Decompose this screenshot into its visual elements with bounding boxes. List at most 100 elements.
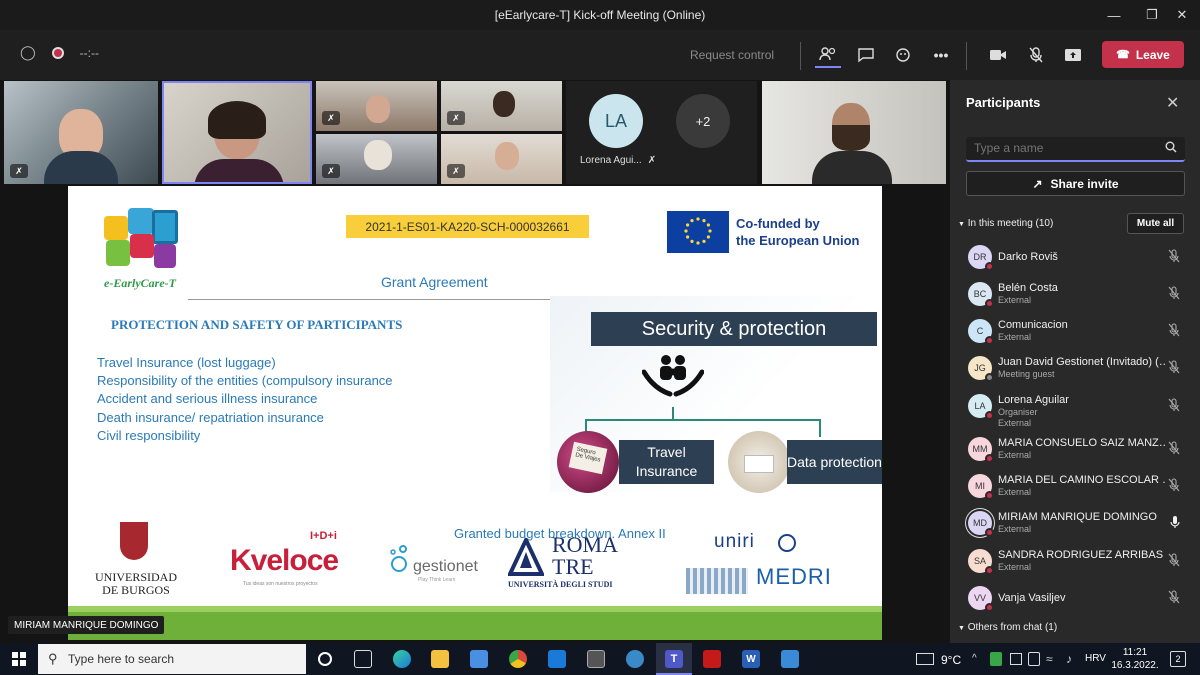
others-chat-label: Others from chat (1) [967,622,1058,633]
more-options-icon[interactable]: ••• [928,42,954,68]
mic-off-icon[interactable] [1168,360,1180,377]
mcafee-icon[interactable] [703,650,721,668]
chevron-up-icon[interactable]: ^ [972,653,977,664]
participant-role: Organiser [998,407,1038,417]
participant-name: Darko Roviš [998,251,1058,263]
video-tile[interactable] [762,81,946,184]
video-tile[interactable]: ✗ [316,134,437,184]
participant-name: SANDRA RODRIGUEZ ARRIBAS [998,549,1164,561]
reactions-icon[interactable] [891,42,917,68]
project-code: 2021-1-ES01-KA220-SCH-000032661 [346,215,589,238]
globe-icon[interactable] [626,650,644,668]
close-icon[interactable]: ✕ [1166,93,1179,113]
photos-icon[interactable] [781,650,799,668]
others-from-chat-section[interactable]: ▼ Others from chat (1) [958,622,1057,633]
kveloce-tagline: Tus ideas son nuestros proyectos [243,581,318,587]
mic-off-icon[interactable] [1168,398,1180,415]
share-invite-button[interactable]: ↗ Share invite [966,171,1185,196]
search-input[interactable] [966,137,1146,159]
leave-button[interactable]: ☎ Leave [1102,41,1184,68]
mic-off-icon[interactable] [1168,323,1180,340]
participant-row[interactable]: JG Juan David Gestionet (Invitado) (… Meet… [966,352,1186,386]
minimize-icon[interactable]: — [1096,0,1132,30]
mic-off-icon[interactable] [1023,42,1049,68]
mic-off-icon[interactable] [1168,553,1180,570]
mic-off-icon[interactable] [1168,286,1180,303]
participant-row[interactable]: MI MARIA DEL CAMINO ESCOLAR … External [966,470,1186,504]
medri-building-image [686,568,748,594]
taskbar-search-box[interactable]: ⚲ Type here to search [38,644,306,674]
request-control-button[interactable]: Request control [690,48,774,62]
overflow-count[interactable]: +2 [676,94,730,148]
video-tile[interactable]: ✗ [441,134,562,184]
shared-presentation-slide: e-EarlyCare-T 2021-1-ES01-KA220-SCH-0000… [68,186,882,640]
share-screen-icon[interactable] [1060,42,1086,68]
gestionet-mark [389,544,411,574]
grant-agreement-title: Grant Agreement [381,274,488,290]
chat-icon[interactable] [853,42,879,68]
presence-status-icon [985,262,994,271]
kveloce-sup: I+D+i [310,530,337,542]
video-tile[interactable]: ✗ [441,81,562,131]
close-icon[interactable]: ✕ [1164,0,1200,30]
store-icon[interactable] [470,650,488,668]
people-icon[interactable] [815,42,841,68]
cortana-icon[interactable] [318,652,332,666]
calculator-icon[interactable] [587,650,605,668]
video-tile[interactable]: ✗ [4,81,158,184]
windows-start-icon[interactable] [12,652,26,666]
mic-off-icon[interactable] [1168,590,1180,607]
mic-off-icon[interactable] [1168,441,1180,458]
participant-avatar: MI [968,474,994,500]
roma-line2: TRE [552,554,594,579]
eu-flag [667,211,729,253]
camera-icon[interactable] [985,42,1011,68]
video-tile-active-speaker[interactable] [162,81,312,184]
participant-avatar: LA [968,394,994,420]
video-tile[interactable]: ✗ [316,81,437,131]
clock[interactable]: 11:21 16.3.2022. [1110,646,1160,672]
avatar-tile[interactable]: LA Lorena Agui... ✗ +2 [566,81,757,184]
data-protection-box: Data protection [787,440,882,484]
participant-row[interactable]: LA Lorena Aguilar Organiser External [966,390,1186,428]
uniri-logo: uniri [714,531,755,552]
participant-row[interactable]: MD MIRIAM MANRIQUE DOMINGO External [966,507,1186,541]
teams-taskbar-active[interactable]: T [656,643,692,675]
chrome-icon[interactable] [509,650,527,668]
eu-label-line1: Co-funded by [736,216,820,231]
participant-row[interactable]: VV Vanja Vasiljev [966,582,1186,616]
notifications-icon[interactable]: 2 [1170,651,1186,667]
search-participants[interactable] [966,137,1185,162]
language-indicator[interactable]: HRV [1085,653,1106,664]
participant-video [194,159,284,182]
volume-icon[interactable]: ♪ [1066,652,1072,666]
participant-row[interactable]: MM MARIA CONSUELO SAIZ MANZ… External [966,433,1186,467]
in-meeting-section[interactable]: ▼ In this meeting (10) [958,218,1053,229]
recording-icon [51,46,64,59]
weather-temp[interactable]: 9°C [941,653,961,667]
mic-on-icon[interactable] [1170,515,1180,532]
participant-row[interactable]: DR Darko Roviš [966,241,1186,275]
file-explorer-icon[interactable] [431,650,449,668]
mail-icon[interactable] [548,650,566,668]
eu-funding-label: Co-funded by the European Union [736,215,860,249]
shield-security-icon[interactable] [990,652,1002,666]
travel-insurance-box: Travel Insurance [619,440,714,484]
participant-row[interactable]: SA SANDRA RODRIGUEZ ARRIBAS External [966,545,1186,579]
search-icon[interactable] [1165,141,1177,156]
kveloce-logo: Kveloce [230,544,339,577]
participant-row[interactable]: BC Belén Costa External [966,278,1186,312]
participant-row[interactable]: C Comunicacion External [966,315,1186,349]
mic-off-icon[interactable] [1168,249,1180,266]
task-view-icon[interactable] [354,650,372,668]
mute-all-button[interactable]: Mute all [1127,213,1184,234]
roma-tre-mark [506,535,546,576]
device-icon[interactable] [1028,652,1040,666]
battery-icon[interactable] [1010,653,1022,665]
wifi-icon[interactable]: ≈ [1046,652,1053,666]
word-icon[interactable]: W [742,650,760,668]
insurance-list: Travel Insurance (lost luggage) Responsi… [97,354,393,445]
mic-off-icon[interactable] [1168,478,1180,495]
weather-icon[interactable] [916,653,934,665]
edge-icon[interactable] [393,650,411,668]
